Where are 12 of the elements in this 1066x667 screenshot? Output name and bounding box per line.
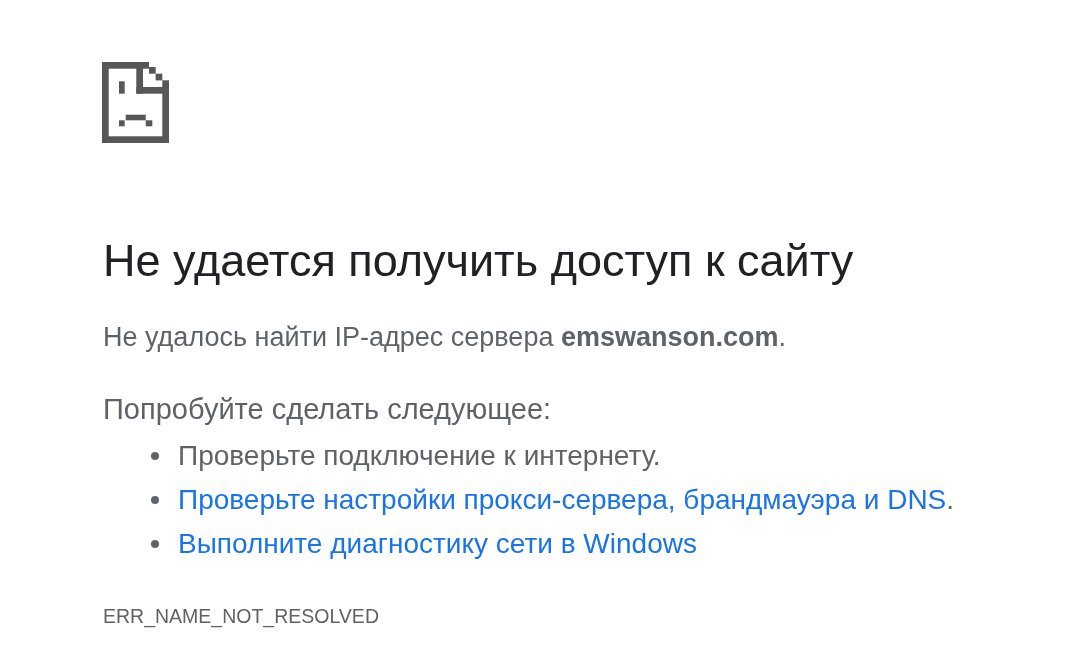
suggestions-title: Попробуйте сделать следующее: (103, 392, 552, 427)
bullet-icon (151, 496, 159, 504)
error-code: ERR_NAME_NOT_RESOLVED (103, 604, 379, 630)
suggestion-link[interactable]: Выполните диагностику сети в Windows (178, 522, 697, 566)
suggestion-link[interactable]: Проверьте настройки прокси-сервера, брандмауэра и DNS (178, 484, 947, 515)
suggestion-text: Проверьте подключение к интернету. (178, 439, 661, 473)
bullet-icon (151, 452, 159, 460)
sad-page-icon (102, 62, 169, 143)
error-message: Не удалось найти IP-адрес сервера emswanson.com. (103, 321, 786, 354)
suggestion-text: Проверьте настройки прокси-сервера, брандмауэра и DNS. (178, 483, 955, 517)
bullet-icon (151, 540, 159, 548)
error-heading: Не удается получить доступ к сайту (103, 234, 854, 288)
